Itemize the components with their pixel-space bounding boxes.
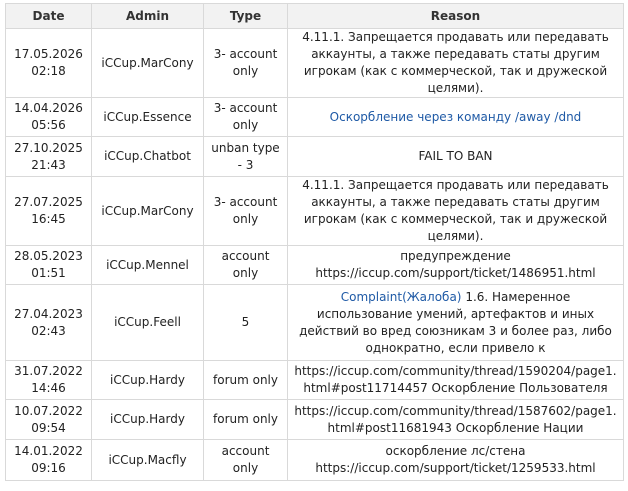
header-type: Type	[203, 3, 288, 29]
table-row: 28.05.2023 01:51 iCCup.Mennel account onl…	[5, 245, 624, 285]
reason-link[interactable]: Оскорбление через команду /away /dnd	[330, 110, 582, 124]
reason-cell: https://iccup.com/community/thread/15902…	[287, 360, 624, 400]
date-cell: 27.07.2025 16:45	[5, 176, 92, 246]
reason-cell: https://iccup.com/community/thread/15876…	[287, 399, 624, 440]
date-cell: 27.10.2025 21:43	[5, 136, 92, 177]
type-cell: 3- account only	[203, 176, 288, 246]
reason-cell: 4.11.1. Запрещается продавать или переда…	[287, 28, 624, 98]
admin-cell: iCCup.Mennel	[91, 245, 204, 285]
table-row: 31.07.2022 14:46 iCCup.Hardy forum only h…	[5, 360, 624, 400]
reason-cell: Complaint(Жалоба) 1.6. Намеренное исполь…	[287, 284, 624, 361]
reason-cell: 4.11.1. Запрещается продавать или переда…	[287, 176, 624, 246]
type-cell: forum only	[203, 399, 288, 440]
reason-cell: FAIL TO BAN	[287, 136, 624, 177]
date-cell: 28.05.2023 01:51	[5, 245, 92, 285]
admin-cell: iCCup.MarCony	[91, 28, 204, 98]
bans-table: Date Admin Type Reason 17.05.2026 02:18 i…	[5, 3, 624, 481]
admin-cell: iCCup.Essence	[91, 97, 204, 137]
type-cell: account only	[203, 439, 288, 481]
type-cell: 5	[203, 284, 288, 361]
reason-cell: Оскорбление через команду /away /dnd	[287, 97, 624, 137]
date-cell: 14.04.2026 05:56	[5, 97, 92, 137]
type-cell: 3- account only	[203, 97, 288, 137]
type-cell: 3- account only	[203, 28, 288, 98]
date-cell: 10.07.2022 09:54	[5, 399, 92, 440]
date-cell: 17.05.2026 02:18	[5, 28, 92, 98]
admin-cell: iCCup.Hardy	[91, 399, 204, 440]
complaint-link[interactable]: Complaint(Жалоба)	[341, 290, 462, 304]
admin-cell: iCCup.Feell	[91, 284, 204, 361]
table-row: 27.07.2025 16:45 iCCup.MarCony 3- account…	[5, 176, 624, 246]
type-cell: account only	[203, 245, 288, 285]
table-row: 10.07.2022 09:54 iCCup.Hardy forum only h…	[5, 399, 624, 440]
type-cell: unban type - 3	[203, 136, 288, 177]
table-row: 14.01.2022 09:16 iCCup.Macfly account onl…	[5, 439, 624, 481]
table-row: 27.04.2023 02:43 iCCup.Feell 5 Complaint(…	[5, 284, 624, 361]
admin-cell: iCCup.Hardy	[91, 360, 204, 400]
header-admin: Admin	[91, 3, 204, 29]
admin-cell: iCCup.MarCony	[91, 176, 204, 246]
admin-cell: iCCup.Macfly	[91, 439, 204, 481]
date-cell: 14.01.2022 09:16	[5, 439, 92, 481]
header-date: Date	[5, 3, 92, 29]
reason-cell: оскорбление лс/стена https://iccup.com/s…	[287, 439, 624, 481]
header-reason: Reason	[287, 3, 624, 29]
admin-cell: iCCup.Chatbot	[91, 136, 204, 177]
table-row: 17.05.2026 02:18 iCCup.MarCony 3- account…	[5, 28, 624, 98]
table-row: 27.10.2025 21:43 iCCup.Chatbot unban type…	[5, 136, 624, 177]
table-row: 14.04.2026 05:56 iCCup.Essence 3- account…	[5, 97, 624, 137]
reason-cell: предупреждение https://iccup.com/support…	[287, 245, 624, 285]
type-cell: forum only	[203, 360, 288, 400]
date-cell: 31.07.2022 14:46	[5, 360, 92, 400]
date-cell: 27.04.2023 02:43	[5, 284, 92, 361]
